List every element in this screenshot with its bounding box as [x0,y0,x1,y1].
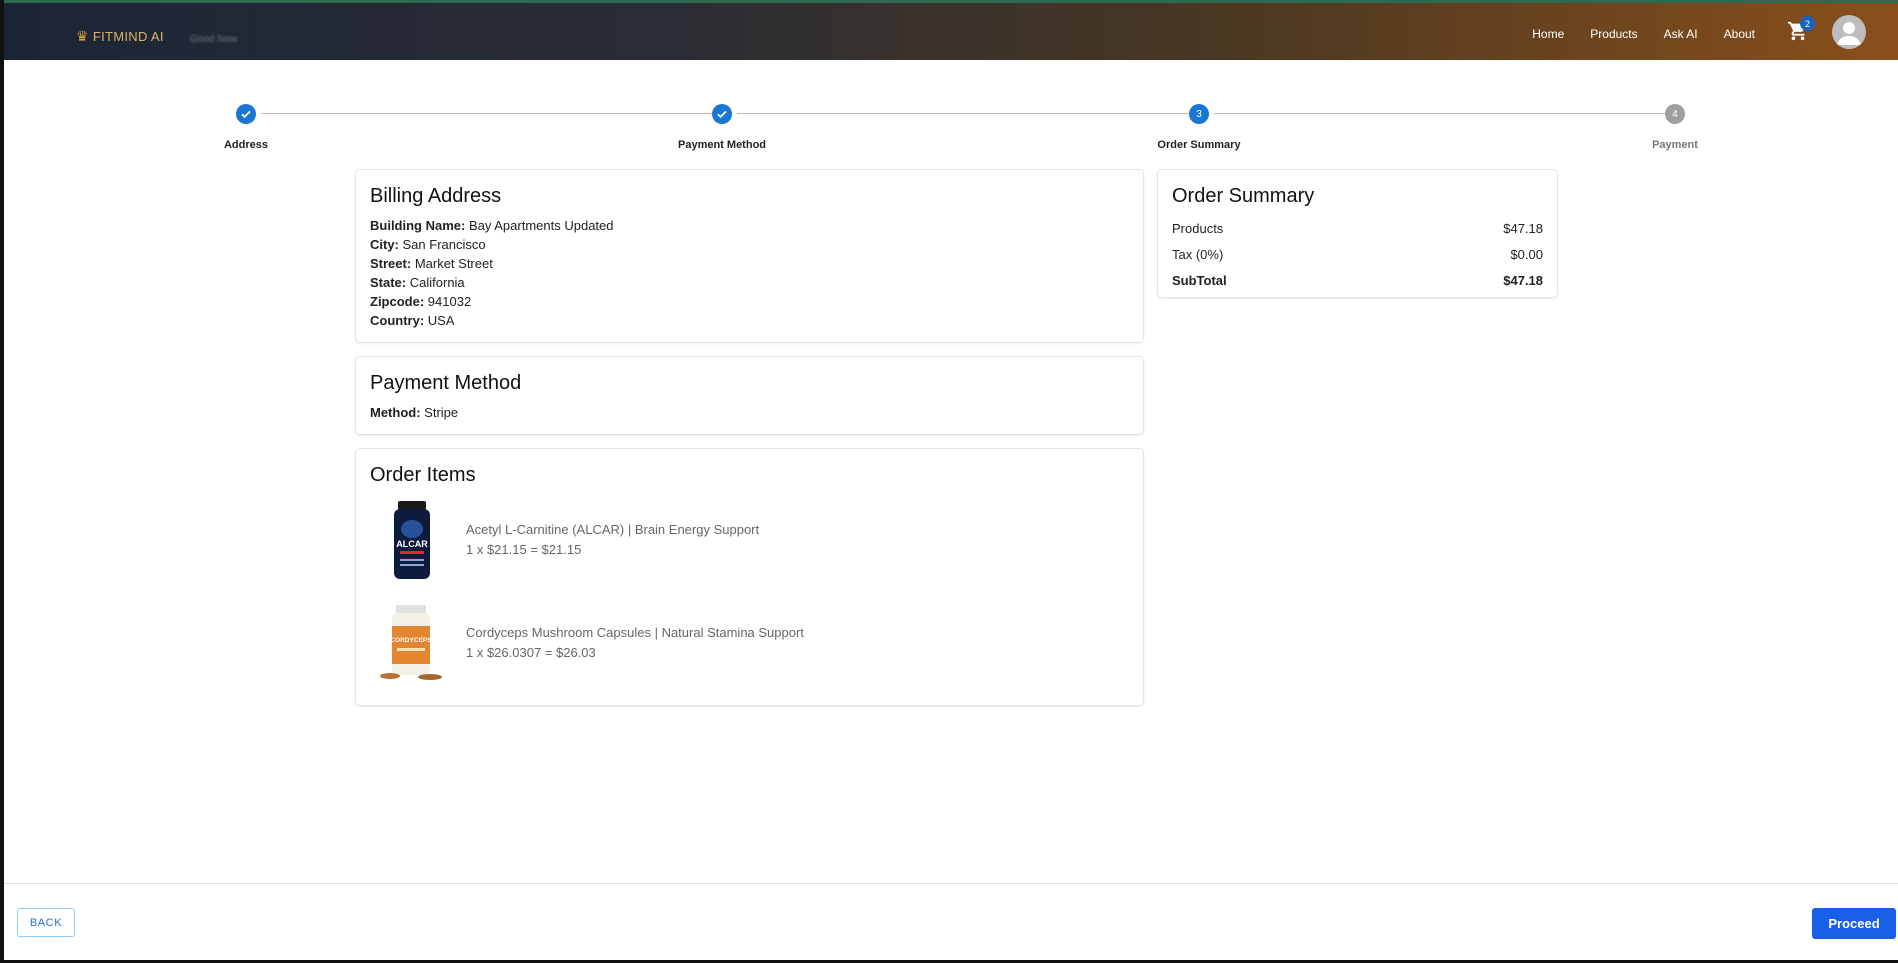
check-icon [241,110,251,119]
billing-zipcode: Zipcode: 941032 [370,294,472,309]
proceed-button[interactable]: Proceed [1812,908,1896,939]
product-name: Acetyl L-Carnitine (ALCAR) | Brain Energ… [466,522,760,537]
nav-home[interactable]: Home [1532,27,1564,41]
step-payment-icon: 4 [1665,104,1685,124]
step-label-payment-method: Payment Method [677,139,767,151]
nav-about[interactable]: About [1724,27,1755,41]
step-connector [261,113,714,114]
billing-state: State: California [370,275,465,290]
product-price-line: 1 x $21.15 = $21.15 [466,542,582,557]
billing-title: Billing Address [370,185,502,207]
order-summary-card: Order Summary Products $47.18 Tax (0%) $0.… [1158,170,1557,297]
summary-products-row: Products $47.18 [1172,221,1543,236]
step-label-payment: Payment [1652,139,1698,151]
payment-method-value: Method: Stripe [370,405,459,420]
product-price-line: 1 x $26.0307 = $26.03 [466,645,596,660]
brand-name: FITMIND AI [92,28,164,44]
payment-title: Payment Method [370,372,522,394]
step-connector [737,113,1191,114]
product-image: CORDYCEPS [370,602,452,684]
step-address-icon [236,104,256,124]
product-image: ALCAR [370,499,452,581]
check-icon [717,110,727,119]
user-icon [1837,22,1861,45]
summary-title: Order Summary [1172,185,1315,207]
billing-city: City: San Francisco [370,237,486,252]
step-payment-method-icon [712,104,732,124]
brand-subtitle: Good Now [190,34,238,45]
step-label-address: Address [223,139,269,151]
billing-address-card: Billing Address Building Name: Bay Apart… [356,170,1143,342]
order-item: ALCAR Acetyl L-Carnitine (ALCAR) | Brain… [370,499,759,581]
step-connector [1214,113,1668,114]
billing-street: Street: Market Street [370,256,493,271]
svg-text:ALCAR: ALCAR [396,539,428,549]
nav-products[interactable]: Products [1590,27,1637,41]
order-items-card: Order Items ALCAR Acetyl L-Carnitine (AL… [356,449,1143,705]
billing-building: Building Name: Bay Apartments Updated [370,218,614,233]
avatar[interactable] [1832,15,1866,49]
summary-subtotal-row: SubTotal $47.18 [1172,273,1543,288]
product-name: Cordyceps Mushroom Capsules | Natural St… [466,625,804,640]
order-items-title: Order Items [370,464,476,486]
footer-divider [4,883,1898,884]
step-label-order-summary: Order Summary [1157,139,1241,151]
back-button[interactable]: BACK [17,908,75,937]
billing-country: Country: USA [370,313,455,328]
step-order-summary-icon: 3 [1189,104,1209,124]
nav-ask-ai[interactable]: Ask AI [1664,27,1698,41]
order-item: CORDYCEPS Cordyceps Mushroom Capsules | … [370,602,804,684]
svg-text:CORDYCEPS: CORDYCEPS [390,637,432,644]
crown-icon: ♛ [76,27,89,44]
brand-logo[interactable]: ♛ FITMIND AI [76,28,164,44]
page: ♛ FITMIND AI Good Now Home Products Ask … [4,0,1898,960]
cart-count-badge: 2 [1800,16,1815,31]
summary-tax-row: Tax (0%) $0.00 [1172,247,1543,262]
payment-method-card: Payment Method Method: Stripe [356,357,1143,434]
navbar: ♛ FITMIND AI Good Now Home Products Ask … [4,0,1898,60]
nav-links: Home Products Ask AI About [1532,27,1755,41]
